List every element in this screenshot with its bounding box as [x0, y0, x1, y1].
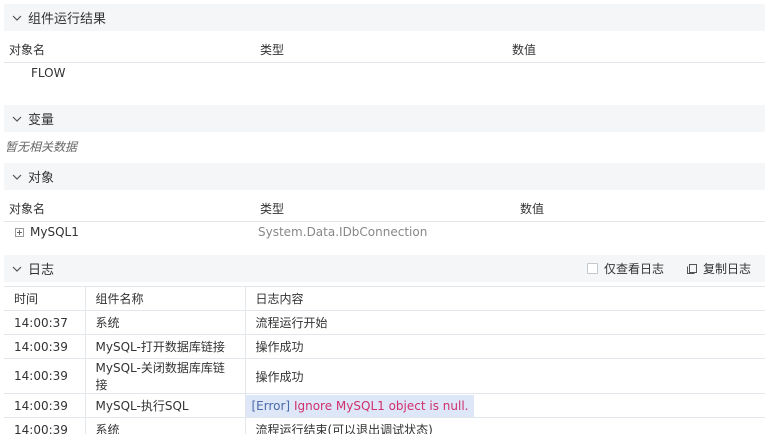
table-row[interactable]: 14:00:39 MySQL-关闭数据库库链接 操作成功	[4, 358, 765, 394]
object-row-type: System.Data.IDbConnection	[258, 225, 428, 239]
column-header-component: 组件名称	[84, 286, 246, 311]
only-view-log-checkbox[interactable]: 仅查看日志	[586, 260, 664, 277]
column-header-content: 日志内容	[244, 286, 765, 311]
chevron-down-icon	[12, 174, 22, 180]
copy-log-label: 复制日志	[702, 262, 751, 276]
section-title: 组件运行结果	[28, 12, 107, 27]
log-content: 流程运行结束(可以退出调试状态)	[244, 417, 765, 434]
log-component: MySQL-执行SQL	[84, 393, 246, 418]
column-header-value: 数值	[520, 201, 545, 216]
object-row[interactable]: MySQL1	[15, 223, 79, 241]
object-row-name: MySQL1	[30, 225, 79, 239]
error-highlight: [Error] Ignore MySQL1 object is null.	[245, 394, 475, 417]
column-header-object-name: 对象名	[9, 42, 46, 57]
result-row-name: FLOW	[31, 66, 66, 80]
empty-state-text: 暂无相关数据	[5, 139, 78, 154]
column-header-object-name: 对象名	[9, 201, 46, 216]
table-row[interactable]: 14:00:39 MySQL-执行SQL [Error] Ignore MySQ…	[4, 393, 765, 418]
log-component: 系统	[84, 417, 246, 434]
copy-icon	[686, 263, 697, 274]
divider	[4, 221, 765, 222]
error-message: Ignore MySQL1 object is null.	[293, 398, 469, 413]
logs-header[interactable]: 日志 仅查看日志 复制日志	[4, 255, 765, 282]
log-table: 时间 组件名称 日志内容 14:00:37 系统 流程运行开始 14:00:39…	[4, 286, 765, 434]
section-title: 日志	[28, 263, 55, 278]
log-content: 操作成功	[244, 358, 765, 394]
variables-header[interactable]: 变量	[4, 105, 765, 132]
log-time: 14:00:39	[4, 393, 86, 418]
chevron-down-icon	[12, 15, 22, 21]
table-row[interactable]: 14:00:39 系统 流程运行结束(可以退出调试状态)	[4, 417, 765, 434]
table-row[interactable]: 14:00:37 系统 流程运行开始	[4, 310, 765, 335]
column-header-time: 时间	[4, 286, 86, 311]
log-time: 14:00:39	[4, 417, 86, 434]
only-view-log-label: 仅查看日志	[603, 262, 664, 276]
log-table-header: 时间 组件名称 日志内容	[4, 286, 765, 311]
column-header-type: 类型	[260, 42, 285, 57]
log-toolbar: 仅查看日志 复制日志	[586, 255, 751, 282]
log-component: MySQL-关闭数据库库链接	[84, 358, 246, 394]
divider	[4, 62, 765, 63]
column-header-value: 数值	[512, 42, 537, 57]
log-time: 14:00:39	[4, 358, 86, 394]
section-title: 变量	[28, 113, 55, 128]
log-component: MySQL-打开数据库链接	[84, 334, 246, 359]
copy-log-button[interactable]: 复制日志	[686, 260, 751, 277]
objects-header[interactable]: 对象	[4, 163, 765, 190]
chevron-down-icon	[12, 116, 22, 122]
log-content: [Error] Ignore MySQL1 object is null.	[244, 393, 765, 418]
component-results-header[interactable]: 组件运行结果	[4, 4, 765, 31]
chevron-down-icon	[12, 266, 22, 272]
table-row[interactable]: 14:00:39 MySQL-打开数据库链接 操作成功	[4, 334, 765, 359]
column-header-type: 类型	[260, 201, 285, 216]
section-title: 对象	[28, 171, 55, 186]
log-time: 14:00:37	[4, 310, 86, 335]
checkbox-icon[interactable]	[586, 263, 598, 274]
error-tag: [Error]	[251, 398, 291, 413]
log-time: 14:00:39	[4, 334, 86, 359]
log-component: 系统	[84, 310, 246, 335]
plus-square-icon[interactable]	[15, 227, 24, 237]
log-content: 流程运行开始	[244, 310, 765, 335]
log-content: 操作成功	[244, 334, 765, 359]
